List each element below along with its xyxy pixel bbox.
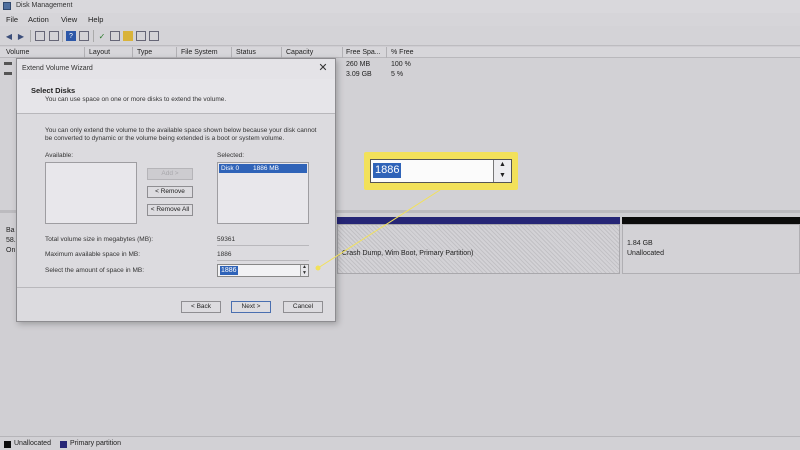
select-space-label: Select the amount of space in MB: — [45, 267, 144, 274]
column-status[interactable]: Status — [236, 49, 256, 56]
selected-label: Selected: — [217, 152, 245, 159]
zoom-callout: 1886 ▲ ▼ — [364, 152, 518, 190]
zoomed-space-value: 1886 — [373, 163, 402, 178]
menu-file[interactable]: File — [6, 15, 18, 24]
menu-action[interactable]: Action — [28, 15, 49, 24]
row-percent-free: 100 % — [391, 61, 411, 68]
selected-disk-name: Disk 0 — [221, 165, 240, 172]
remove-button[interactable]: < Remove — [147, 186, 193, 198]
column-file-system[interactable]: File System — [181, 49, 218, 56]
window-titlebar: Disk Management — [0, 0, 800, 13]
menu-view[interactable]: View — [61, 15, 77, 24]
spin-down-icon[interactable]: ▼ — [300, 270, 308, 276]
dialog-heading: Select Disks — [31, 86, 76, 95]
volume-icon — [4, 72, 12, 75]
available-disks-list[interactable] — [45, 162, 137, 224]
primary-partition-block[interactable]: , Crash Dump, Wim Boot, Primary Partitio… — [337, 224, 620, 274]
column-divider — [176, 47, 177, 58]
cancel-button[interactable]: Cancel — [283, 301, 323, 313]
zoomed-space-spinner: 1886 ▲ ▼ — [370, 159, 512, 183]
legend-bar: Unallocated Primary partition — [0, 436, 800, 450]
column-layout[interactable]: Layout — [89, 49, 110, 56]
legend-unallocated-swatch — [4, 441, 11, 448]
unallocated-label: Unallocated — [627, 250, 664, 257]
document-icon[interactable] — [110, 31, 120, 41]
toolbar-separator — [62, 30, 63, 42]
space-amount-value[interactable]: 1886 — [220, 266, 238, 275]
help-icon[interactable]: ? — [66, 31, 76, 41]
dialog-titlebar: Extend Volume Wizard ✕ — [17, 59, 335, 79]
column-volume[interactable]: Volume — [6, 49, 29, 56]
legend-unallocated-label: Unallocated — [14, 440, 51, 447]
column-capacity[interactable]: Capacity — [286, 49, 313, 56]
dialog-subheading: You can use space on one or more disks t… — [45, 96, 227, 103]
column-free-space[interactable]: Free Spa... — [346, 49, 381, 56]
max-space-label: Maximum available space in MB: — [45, 251, 141, 258]
volume-list-header: Volume Layout Type File System Status Ca… — [0, 47, 800, 58]
forward-arrow-icon[interactable]: ▶ — [16, 31, 26, 41]
list-view-icon[interactable] — [49, 31, 59, 41]
column-type[interactable]: Type — [137, 49, 152, 56]
back-arrow-icon[interactable]: ◀ — [4, 31, 14, 41]
selected-disks-list[interactable]: Disk 0 1886 MB — [217, 162, 309, 224]
properties-icon[interactable] — [79, 31, 89, 41]
console-tree-icon[interactable] — [35, 31, 45, 41]
row-free-space: 3.09 GB — [346, 71, 372, 78]
toolbar-separator — [30, 30, 31, 42]
total-size-label: Total volume size in megabytes (MB): — [45, 236, 154, 243]
column-divider — [342, 47, 343, 58]
unallocated-bar — [622, 217, 800, 224]
selected-disk-item[interactable]: Disk 0 1886 MB — [219, 164, 307, 173]
disk-status-text: On — [6, 247, 16, 254]
available-label: Available: — [45, 152, 74, 159]
row-free-space: 260 MB — [346, 61, 371, 68]
menu-help[interactable]: Help — [88, 15, 103, 24]
space-amount-spinner[interactable]: 1886 ▲ ▼ — [217, 264, 309, 277]
unallocated-size: 1.84 GB — [627, 240, 653, 247]
column-divider — [231, 47, 232, 58]
partition-description: , Crash Dump, Wim Boot, Primary Partitio… — [338, 250, 474, 257]
legend-primary-swatch — [60, 441, 67, 448]
toolbar-separator — [93, 30, 94, 42]
view-icon[interactable] — [149, 31, 159, 41]
dialog-title: Extend Volume Wizard — [22, 65, 93, 72]
primary-partition-bar — [337, 217, 620, 224]
column-divider — [386, 47, 387, 58]
column-divider — [281, 47, 282, 58]
next-button[interactable]: Next > — [231, 301, 271, 313]
back-button[interactable]: < Back — [181, 301, 221, 313]
delete-icon[interactable] — [136, 31, 146, 41]
window-title: Disk Management — [16, 2, 73, 9]
legend-primary-label: Primary partition — [70, 440, 121, 447]
max-space-value: 1886 — [217, 251, 232, 258]
zoomed-spin-down-icon: ▼ — [493, 171, 511, 182]
disk-size-text: 58. — [6, 237, 16, 244]
check-icon[interactable]: ✓ — [97, 31, 107, 41]
zoomed-spin-up-icon: ▲ — [493, 160, 511, 171]
column-percent-free[interactable]: % Free — [391, 49, 414, 56]
remove-all-button[interactable]: < Remove All — [147, 204, 193, 216]
disk-management-icon — [3, 2, 11, 10]
column-divider — [132, 47, 133, 58]
unallocated-block[interactable]: 1.84 GB Unallocated — [622, 224, 800, 274]
column-divider — [84, 47, 85, 58]
disk-type-text: Ba — [6, 227, 15, 234]
toolbar: ◀ ▶ ? ✓ — [0, 26, 800, 46]
extend-volume-wizard-dialog: Extend Volume Wizard ✕ Select Disks You … — [16, 58, 336, 322]
separator — [217, 260, 309, 261]
add-button[interactable]: Add > — [147, 168, 193, 180]
selected-disk-size: 1886 MB — [253, 165, 280, 172]
separator — [217, 245, 309, 246]
folder-icon[interactable] — [123, 31, 133, 41]
menu-bar: File Action View Help — [0, 13, 800, 26]
volume-icon — [4, 62, 12, 65]
dialog-footer-separator — [17, 287, 335, 288]
dialog-description: You can only extend the volume to the av… — [45, 127, 317, 142]
row-percent-free: 5 % — [391, 71, 404, 78]
dialog-header: Select Disks You can use space on one or… — [17, 79, 335, 114]
close-icon[interactable]: ✕ — [317, 62, 329, 74]
total-size-value: 59361 — [217, 236, 236, 243]
